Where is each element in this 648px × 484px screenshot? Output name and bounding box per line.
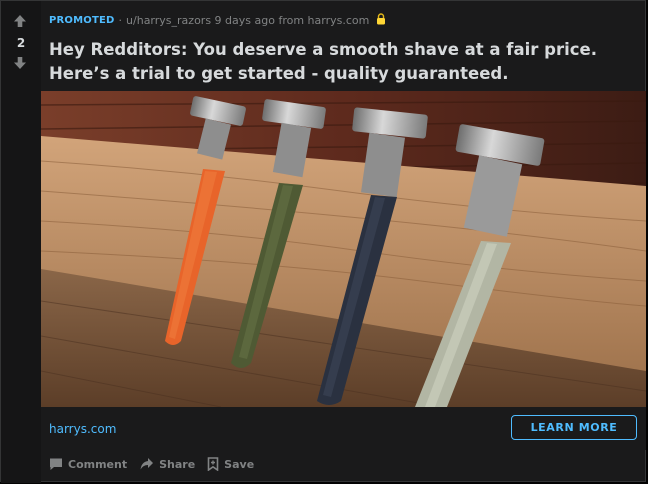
lock-icon: [376, 13, 386, 28]
post-title[interactable]: Hey Redditors: You deserve a smooth shav…: [49, 38, 634, 86]
share-icon: [140, 458, 154, 470]
promoted-post-card: 2 PROMOTED · u/harrys_razors 9 days ago …: [0, 0, 646, 483]
post-meta: PROMOTED · u/harrys_razors 9 days ago fr…: [49, 13, 386, 28]
save-label: Save: [224, 457, 255, 471]
bookmark-icon: [207, 457, 219, 471]
post-byline[interactable]: u/harrys_razors 9 days ago from harrys.c…: [126, 14, 369, 27]
downvote-arrow-icon[interactable]: [11, 55, 29, 71]
comment-button[interactable]: Comment: [49, 457, 127, 471]
vote-score: 2: [16, 36, 26, 50]
meta-separator: ·: [118, 14, 123, 27]
comment-label: Comment: [68, 457, 128, 471]
learn-more-button[interactable]: LEARN MORE: [511, 415, 637, 440]
post-actions: Comment Share Save: [49, 457, 266, 471]
razor-photo: [41, 91, 646, 407]
domain-link[interactable]: harrys.com: [49, 422, 116, 436]
save-button[interactable]: Save: [207, 457, 254, 471]
post-image[interactable]: [41, 91, 646, 407]
comment-icon: [50, 458, 62, 470]
promoted-label: PROMOTED: [49, 15, 115, 26]
upvote-arrow-icon[interactable]: [11, 13, 29, 29]
share-label: Share: [159, 457, 196, 471]
link-bar: harrys.com LEARN MORE: [41, 407, 646, 450]
share-button[interactable]: Share: [139, 457, 195, 471]
vote-column: 2: [1, 1, 41, 483]
